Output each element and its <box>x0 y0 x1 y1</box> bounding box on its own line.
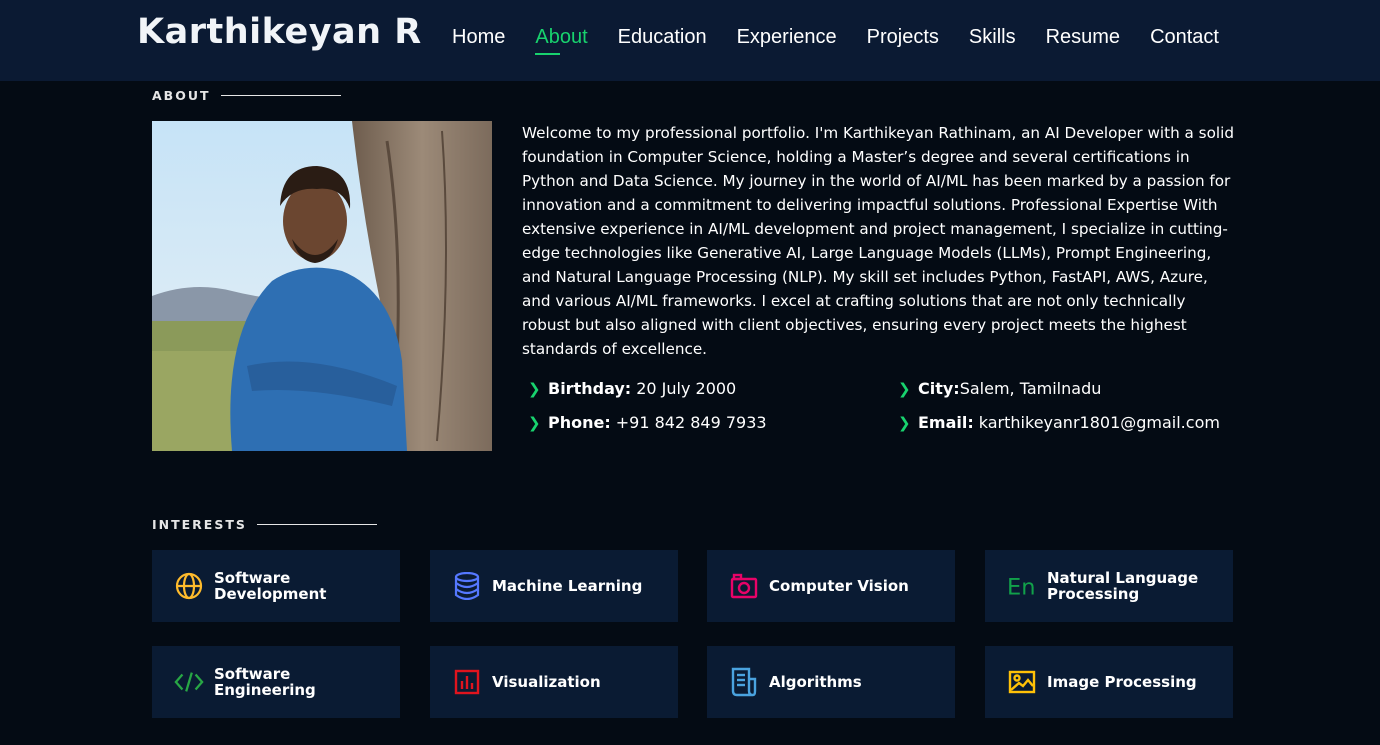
interest-computer-vision[interactable]: Computer Vision <box>707 550 955 622</box>
about-paragraph: Welcome to my professional portfolio. I'… <box>522 124 1234 358</box>
title-divider <box>220 95 341 96</box>
chevron-right-icon: ❯ <box>528 380 541 398</box>
svg-text:En: En <box>1007 574 1035 600</box>
camera-icon <box>729 571 759 601</box>
interest-software-development[interactable]: Software Development <box>152 550 400 622</box>
document-icon <box>729 667 759 697</box>
city-label: City: <box>918 379 960 398</box>
email-value[interactable]: karthikeyanr1801@gmail.com <box>979 413 1220 433</box>
nav-about[interactable]: About <box>535 25 588 55</box>
main-nav: Home About Education Experience Projects… <box>452 25 1249 55</box>
nav-education[interactable]: Education <box>618 25 707 49</box>
interest-label: Image Processing <box>1047 673 1197 691</box>
email-info: ❯ Email: karthikeyanr1801@gmail.com <box>892 413 1220 433</box>
interest-label: Development <box>214 585 327 603</box>
interest-visualization[interactable]: Visualization <box>430 646 678 718</box>
birthday-value: 20 July 2000 <box>636 379 737 398</box>
chevron-right-icon: ❯ <box>898 414 911 432</box>
interests-title-text: INTERESTS <box>152 517 247 532</box>
nav-skills[interactable]: Skills <box>969 25 1016 49</box>
interest-machine-learning[interactable]: Machine Learning <box>430 550 678 622</box>
nav-home[interactable]: Home <box>452 25 505 49</box>
image-icon <box>1007 667 1037 697</box>
interest-image-processing[interactable]: Image Processing <box>985 646 1233 718</box>
nav-resume[interactable]: Resume <box>1046 25 1120 49</box>
phone-info: ❯ Phone: +91 842 849 7933 <box>522 413 767 433</box>
birthday-info: ❯ Birthday: 20 July 2000 <box>522 379 736 399</box>
interests-section-title: INTERESTS <box>152 517 377 532</box>
interest-label: Software <box>214 569 291 587</box>
interest-label: Processing <box>1047 585 1140 603</box>
interest-label: Machine Learning <box>492 577 643 595</box>
site-logo[interactable]: Karthikeyan R <box>137 12 422 52</box>
interest-label: Visualization <box>492 673 601 691</box>
interest-software-engineering[interactable]: Software Engineering <box>152 646 400 718</box>
nav-projects[interactable]: Projects <box>867 25 939 49</box>
birthday-label: Birthday: <box>548 379 632 398</box>
interest-label: Engineering <box>214 681 316 699</box>
about-section-title: ABOUT <box>152 88 341 103</box>
profile-photo <box>152 121 492 451</box>
chevron-right-icon: ❯ <box>528 414 541 432</box>
interest-natural-language-processing[interactable]: En Natural Language Processing <box>985 550 1233 622</box>
interest-label: Natural Language <box>1047 569 1199 587</box>
city-info: ❯ City: Salem, Tamilnadu <box>892 379 1101 399</box>
nav-contact[interactable]: Contact <box>1150 25 1219 49</box>
nav-experience[interactable]: Experience <box>737 25 837 49</box>
interest-label: Software <box>214 665 291 683</box>
interest-label: Computer Vision <box>769 577 909 595</box>
chevron-right-icon: ❯ <box>898 380 911 398</box>
phone-label: Phone: <box>548 413 611 432</box>
database-icon <box>452 571 482 601</box>
language-icon: En <box>1007 571 1037 601</box>
bar-chart-icon <box>452 667 482 697</box>
phone-value: +91 842 849 7933 <box>615 413 767 432</box>
city-value: Salem, Tamilnadu <box>959 379 1102 398</box>
site-header: Karthikeyan R Home About Education Exper… <box>0 0 1380 81</box>
interest-label: Algorithms <box>769 673 862 691</box>
interest-algorithms[interactable]: Algorithms <box>707 646 955 718</box>
email-label: Email: <box>918 413 974 432</box>
about-title-text: ABOUT <box>152 88 211 103</box>
code-icon <box>174 667 204 697</box>
title-divider <box>256 524 377 525</box>
globe-icon <box>174 571 204 601</box>
